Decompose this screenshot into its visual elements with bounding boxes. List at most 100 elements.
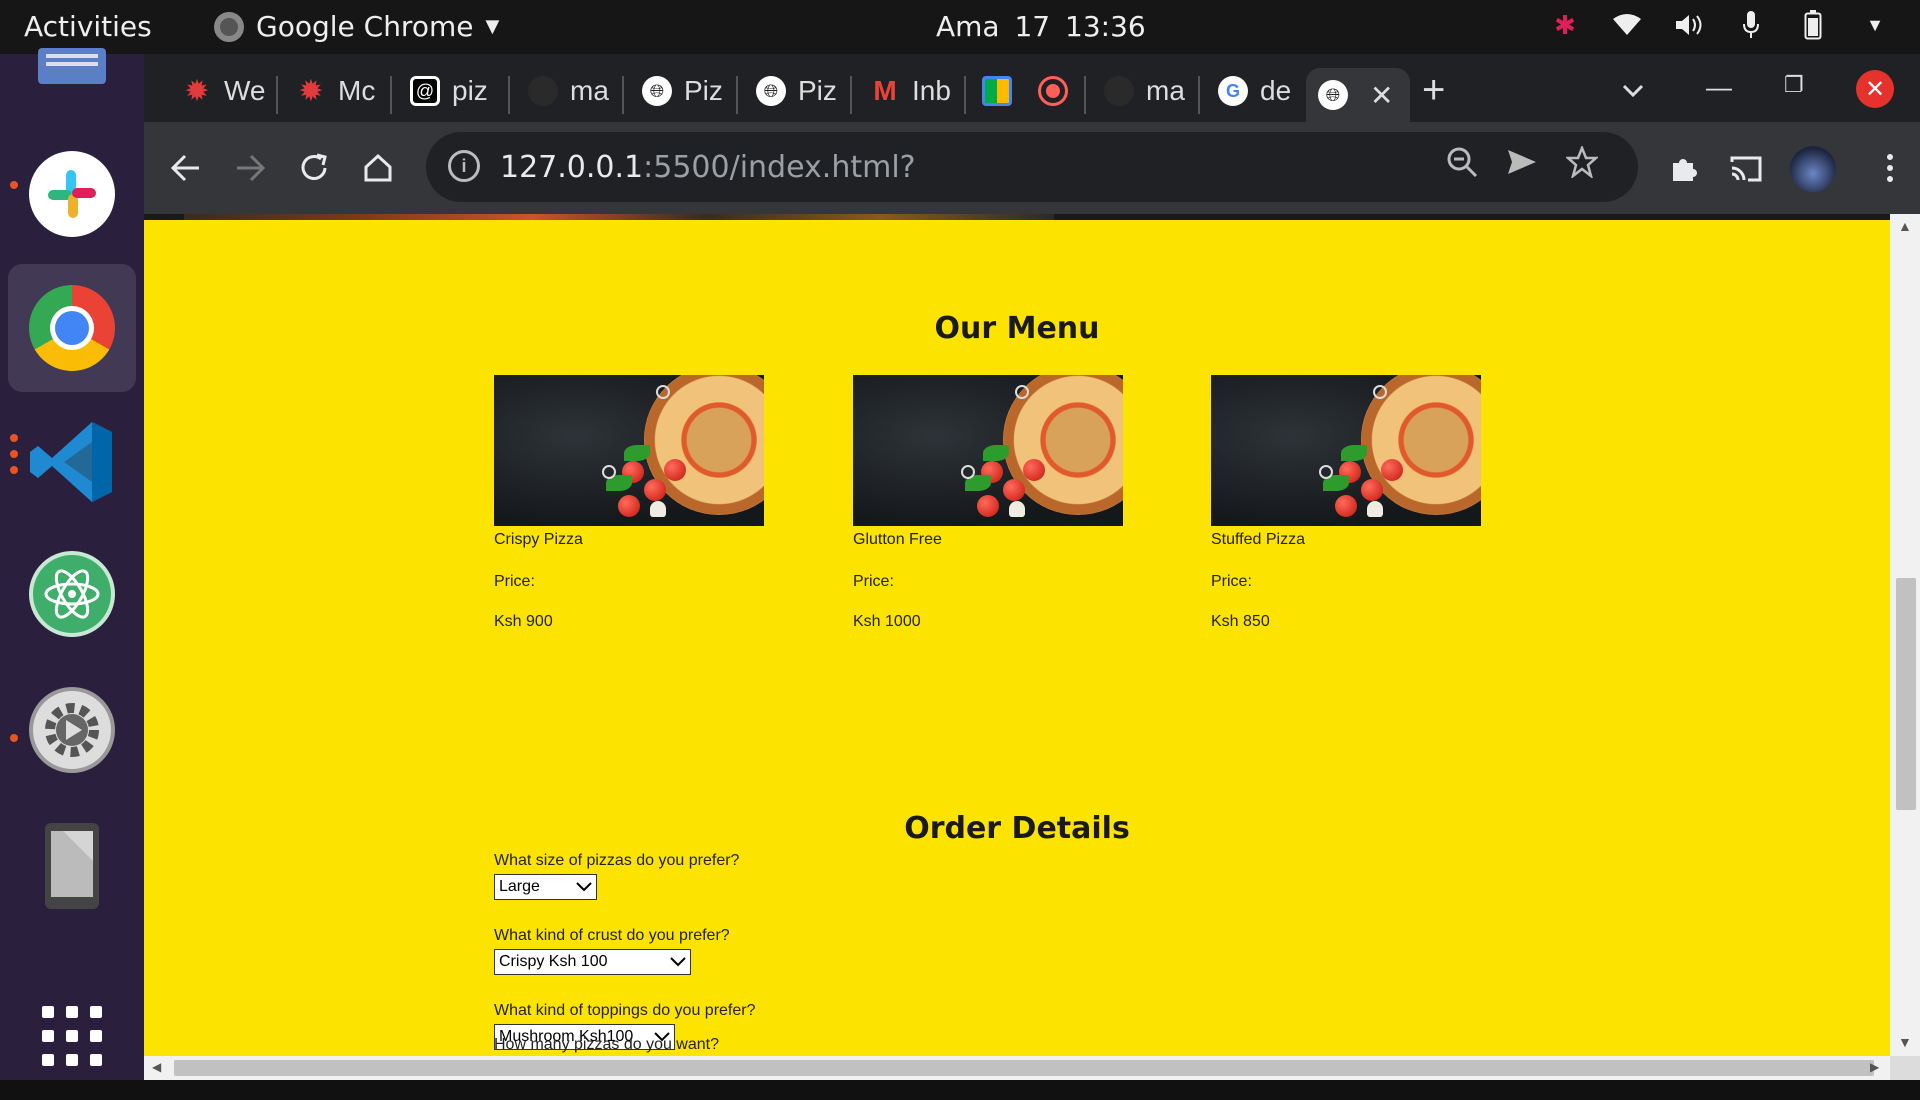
minimize-button[interactable]: — (1706, 72, 1732, 103)
back-button[interactable] (166, 148, 206, 188)
restore-button[interactable]: ❐ (1784, 72, 1804, 98)
tab-active[interactable]: 🌐︎ ✕ (1306, 68, 1410, 122)
tab-5[interactable]: 🌐︎ Piz (630, 66, 734, 116)
slack-tray-icon[interactable]: ✱ (1550, 10, 1580, 40)
zoom-icon[interactable] (1446, 146, 1478, 186)
dock-atom[interactable] (8, 530, 136, 658)
url-text[interactable]: 127.0.0.1:5500/index.html? (500, 150, 916, 185)
pizza-image (1211, 375, 1481, 526)
tab-separator (964, 76, 966, 114)
forward-button[interactable] (230, 148, 270, 188)
dock-settings[interactable] (8, 666, 136, 794)
price-label: Price: (1211, 573, 1252, 590)
order-details-heading: Order Details (904, 811, 1130, 846)
tab-separator (390, 76, 392, 114)
tab-label: Inb (912, 75, 951, 106)
red-gear-icon: ✹ (184, 74, 210, 108)
size-question-label: What size of pizzas do you prefer? (494, 852, 740, 869)
tab-search-chevron-icon[interactable] (1622, 74, 1644, 105)
tab-4[interactable]: ma (516, 66, 614, 116)
phone-icon (45, 823, 99, 909)
reload-button[interactable] (294, 148, 334, 188)
volume-icon[interactable] (1674, 10, 1704, 40)
bookmark-star-icon[interactable] (1564, 144, 1600, 186)
files-icon (38, 48, 106, 84)
tab-6[interactable]: 🌐︎ Piz (744, 66, 848, 116)
globe-icon: 🌐︎ (642, 76, 672, 106)
settings-gear-icon (29, 687, 115, 773)
dock-phone[interactable] (8, 802, 136, 930)
kebab-menu-icon (1887, 154, 1893, 182)
github-icon (1104, 76, 1134, 106)
tab-9[interactable] (1026, 66, 1082, 116)
extensions-button[interactable] (1664, 148, 1704, 188)
vertical-scrollbar[interactable]: ▲ ▼ (1890, 214, 1920, 1056)
scroll-left-arrow-icon[interactable]: ◀ (152, 1060, 161, 1074)
tab-2[interactable]: ✹ Mc (284, 66, 382, 116)
show-applications-button[interactable] (8, 972, 136, 1100)
menu-card-stuffed: Stuffed Pizza Price: Ksh 850 (1211, 375, 1481, 630)
system-top-bar: Activities Google Chrome ▼ Ama 17 13:36 … (0, 0, 1920, 54)
dock-slack[interactable] (8, 130, 136, 258)
chevron-down-icon (576, 879, 592, 895)
clock[interactable]: Ama 17 13:36 (936, 10, 1146, 43)
app-menu[interactable]: Google Chrome ▼ (214, 10, 499, 43)
tab-label: Piz (798, 75, 837, 106)
horizontal-scroll-thumb[interactable] (174, 1060, 1874, 1076)
page-content: Our Menu Crispy Pizza Price: Ksh 900 Glu… (144, 214, 1890, 1056)
tab-label: Mc (338, 75, 376, 106)
system-menu-chevron-icon[interactable]: ▼ (1860, 10, 1890, 40)
atom-icon (29, 551, 115, 637)
puzzle-icon (1673, 159, 1697, 181)
address-bar[interactable]: i 127.0.0.1:5500/index.html? (426, 132, 1638, 202)
home-button[interactable] (358, 148, 398, 188)
tab-8[interactable] (970, 66, 1020, 116)
cast-icon (1730, 156, 1762, 182)
new-tab-button[interactable]: + (1422, 68, 1445, 113)
arrow-left-icon (171, 154, 199, 182)
meet-icon (982, 76, 1012, 106)
scroll-right-arrow-icon[interactable]: ▶ (1870, 1060, 1879, 1074)
price-value: Ksh 1000 (853, 613, 921, 630)
tab-3[interactable]: @ piz (398, 66, 502, 116)
tab-1[interactable]: ✹ We (170, 66, 268, 116)
app-grid-icon (42, 1006, 102, 1066)
menu-heading: Our Menu (934, 311, 1100, 346)
profile-avatar[interactable] (1790, 146, 1836, 192)
vscode-icon (30, 422, 112, 502)
crust-select[interactable]: Crispy Ksh 100 (494, 949, 691, 975)
site-info-icon[interactable]: i (448, 150, 480, 182)
chrome-menu-button[interactable] (1870, 148, 1910, 188)
dock-files-partial[interactable] (8, 38, 136, 98)
scroll-down-arrow-icon[interactable]: ▼ (1898, 1034, 1912, 1050)
chrome-app-icon (214, 11, 244, 42)
home-icon (364, 153, 392, 182)
dock-chrome[interactable] (8, 264, 136, 392)
close-window-button[interactable]: ✕ (1856, 70, 1894, 108)
vertical-scroll-thumb[interactable] (1896, 578, 1916, 810)
chrome-window: ✹ We ✹ Mc @ piz ma 🌐︎ Piz 🌐︎ Piz M Inb m… (144, 54, 1920, 1080)
tab-separator (1198, 76, 1200, 114)
tab-7[interactable]: M Inb (858, 66, 960, 116)
scrollbar-corner (1890, 1056, 1920, 1080)
crust-select-value: Crispy Ksh 100 (499, 953, 608, 970)
slack-icon (29, 151, 115, 237)
tab-label: We (224, 75, 266, 106)
red-gear-icon: ✹ (298, 74, 324, 108)
scroll-up-arrow-icon[interactable]: ▲ (1898, 218, 1912, 234)
horizontal-scrollbar[interactable]: ◀ ▶ (144, 1056, 1890, 1080)
microphone-icon[interactable] (1736, 10, 1766, 40)
battery-icon[interactable] (1798, 10, 1828, 40)
tab-10[interactable]: ma (1092, 66, 1190, 116)
size-select[interactable]: Large (494, 874, 597, 900)
cast-button[interactable] (1726, 148, 1766, 188)
tab-label: ma (1146, 75, 1185, 106)
wifi-icon[interactable] (1612, 10, 1642, 40)
dock-vscode[interactable] (8, 398, 136, 526)
price-label: Price: (853, 573, 894, 590)
close-tab-icon[interactable]: ✕ (1370, 79, 1393, 112)
send-icon[interactable] (1506, 146, 1538, 186)
tab-separator (736, 76, 738, 114)
system-tray[interactable]: ✱ ▼ (1550, 10, 1890, 40)
tab-11[interactable]: G de (1206, 66, 1300, 116)
